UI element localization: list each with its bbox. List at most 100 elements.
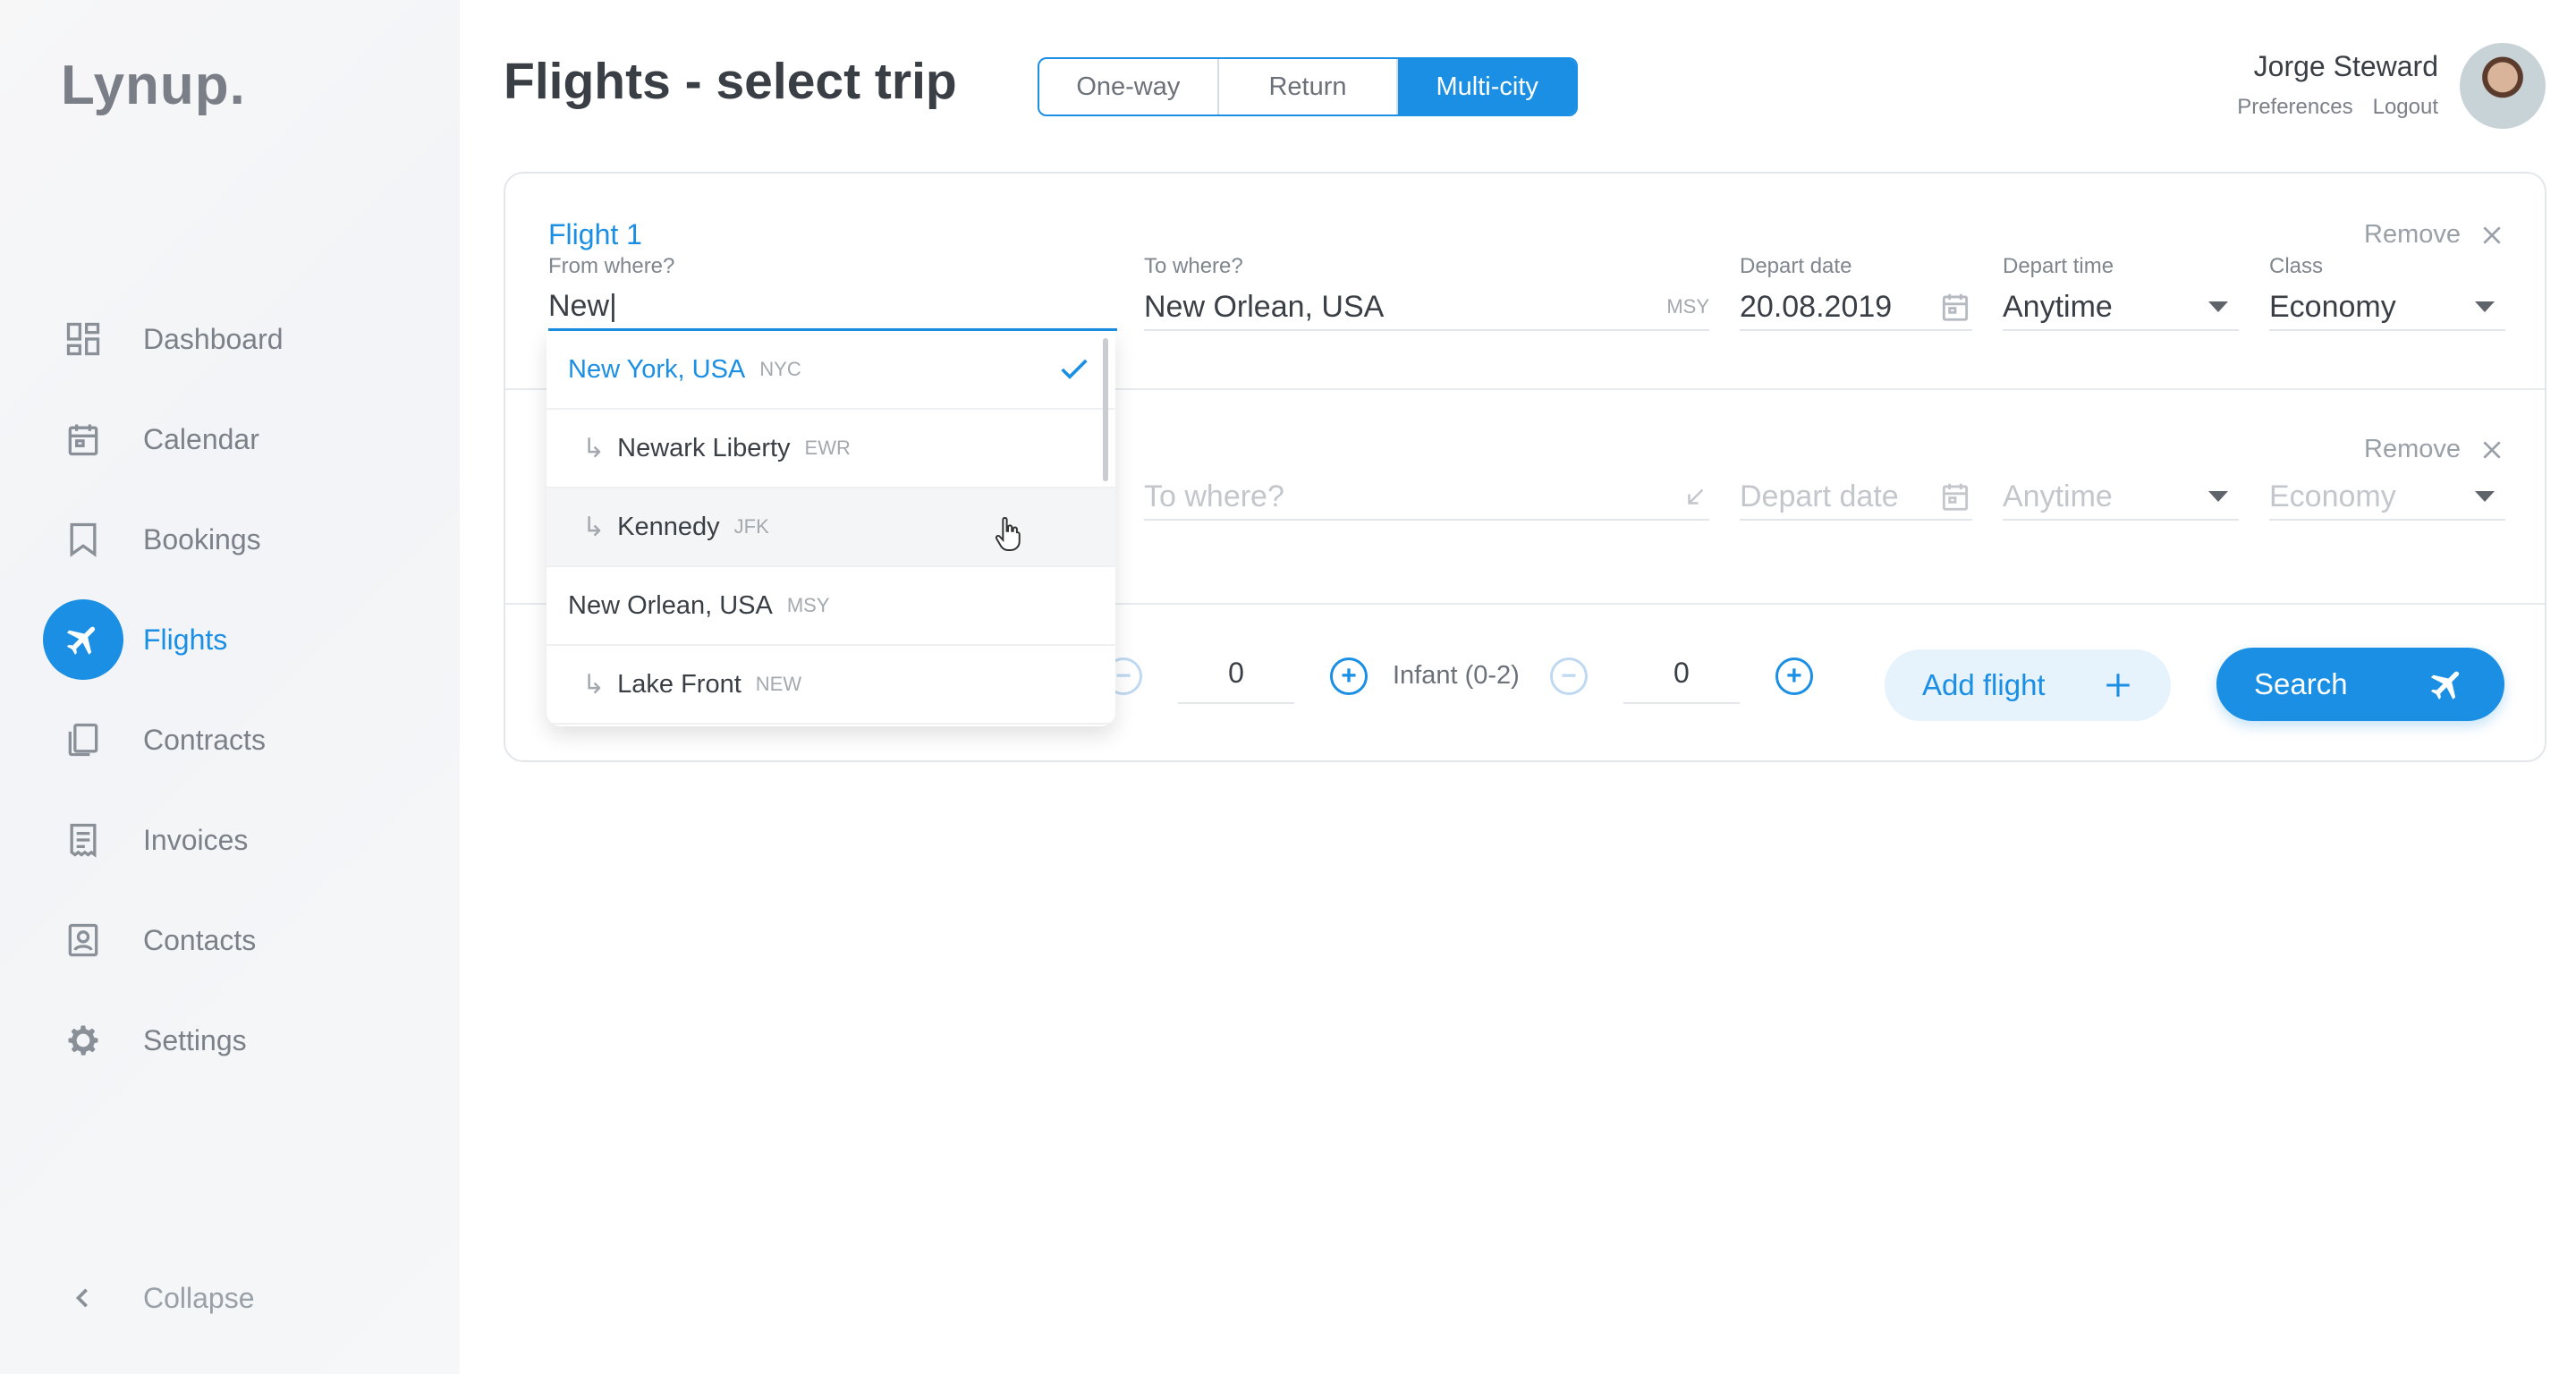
sub-arrow-icon: ↳ bbox=[582, 433, 606, 463]
dropdown-scrollbar[interactable] bbox=[1103, 338, 1108, 481]
page-title: Flights - select trip bbox=[504, 53, 957, 110]
calendar-icon bbox=[1942, 293, 1969, 321]
infant-count: 0 bbox=[1623, 648, 1740, 704]
search-label: Search bbox=[2254, 667, 2348, 700]
suggestion-name: New York, USA bbox=[568, 354, 746, 384]
to-placeholder: To where? bbox=[1144, 479, 1284, 513]
receipt-icon bbox=[43, 800, 123, 880]
flight-2-depart-time-field[interactable]: Anytime bbox=[2003, 469, 2239, 521]
calendar-icon bbox=[1942, 483, 1969, 511]
infant-decrement-button[interactable]: − bbox=[1549, 657, 1588, 695]
depart-date-placeholder: Depart date bbox=[1740, 479, 1899, 513]
suggestion-code: EWR bbox=[804, 437, 851, 459]
caret-down-icon bbox=[2208, 301, 2228, 312]
passenger-count: 0 bbox=[1178, 648, 1294, 704]
depart-time-select[interactable]: Anytime bbox=[2003, 284, 2239, 331]
flight-2-class-field[interactable]: Economy bbox=[2269, 469, 2505, 521]
airplane-icon bbox=[43, 599, 123, 680]
checkmark-icon bbox=[1061, 359, 1088, 379]
collapse-label: Collapse bbox=[143, 1281, 255, 1314]
from-label: From where? bbox=[548, 254, 675, 278]
sidebar-item-label: Dashboard bbox=[143, 322, 284, 355]
to-label: To where? bbox=[1144, 254, 1243, 278]
remove-flight-1-button[interactable]: Remove bbox=[2364, 220, 2504, 250]
from-input[interactable]: New| bbox=[548, 284, 1117, 331]
suggestion-name: Kennedy bbox=[617, 512, 720, 541]
sidebar-item-label: Contracts bbox=[143, 723, 266, 756]
collapse-button[interactable]: Collapse bbox=[43, 1258, 436, 1338]
plus-icon bbox=[2106, 674, 2130, 697]
class-field[interactable]: Class Economy bbox=[2269, 254, 2505, 331]
close-icon bbox=[2483, 225, 2501, 244]
sidebar-item-contacts[interactable]: Contacts bbox=[43, 900, 436, 980]
suggestion-kennedy[interactable]: ↳ Kennedy JFK bbox=[547, 488, 1115, 567]
trip-type-return[interactable]: Return bbox=[1219, 59, 1399, 114]
depart-time-label: Depart time bbox=[2003, 254, 2114, 278]
flight-2-depart-date-field[interactable]: Depart date bbox=[1740, 469, 1972, 521]
remove-flight-2-button[interactable]: Remove bbox=[2364, 435, 2504, 464]
infant-label: Infant (0-2) bbox=[1393, 661, 1520, 690]
to-code: MSY bbox=[1666, 295, 1709, 318]
calendar-icon bbox=[43, 399, 123, 479]
flight-2-to-field[interactable]: To where? bbox=[1144, 469, 1709, 521]
suggestion-newark-liberty[interactable]: ↳ Newark Liberty EWR bbox=[547, 410, 1115, 488]
flight-2-depart-date-input[interactable]: Depart date bbox=[1740, 474, 1972, 521]
sidebar-item-settings[interactable]: Settings bbox=[43, 1000, 436, 1081]
sidebar-item-bookings[interactable]: Bookings bbox=[43, 499, 436, 580]
flight-2-to-input[interactable]: To where? bbox=[1144, 474, 1709, 521]
suggestion-new-orlean[interactable]: New Orlean, USA MSY bbox=[547, 567, 1115, 646]
add-flight-button[interactable]: Add flight bbox=[1885, 649, 2171, 721]
depart-time-value: Anytime bbox=[2003, 479, 2113, 513]
sidebar-item-calendar[interactable]: Calendar bbox=[43, 399, 436, 479]
sidebar-item-label: Invoices bbox=[143, 823, 249, 856]
from-field[interactable]: From where? New| bbox=[548, 254, 1117, 331]
bookmark-icon bbox=[43, 499, 123, 580]
preferences-link[interactable]: Preferences bbox=[2237, 95, 2352, 120]
suggestion-new-york[interactable]: New York, USA NYC bbox=[547, 331, 1115, 410]
sidebar-item-label: Calendar bbox=[143, 422, 259, 455]
search-button[interactable]: Search bbox=[2216, 648, 2504, 721]
from-suggestions-dropdown: New York, USA NYC ↳ Newark Liberty EWR ↳… bbox=[547, 331, 1115, 726]
sidebar-item-invoices[interactable]: Invoices bbox=[43, 800, 436, 880]
trip-type-one-way[interactable]: One-way bbox=[1039, 59, 1219, 114]
caret-down-icon bbox=[2208, 491, 2228, 502]
class-value: Economy bbox=[2269, 479, 2396, 513]
contact-card-icon bbox=[43, 900, 123, 980]
to-input[interactable]: New Orlean, USA MSY bbox=[1144, 284, 1709, 331]
passenger-counter: − 0 + bbox=[1105, 648, 1368, 704]
suggestion-code: NYC bbox=[759, 358, 801, 380]
suggestion-code: NEW bbox=[755, 673, 802, 695]
depart-date-field[interactable]: Depart date 20.08.2019 bbox=[1740, 254, 1972, 331]
depart-date-input[interactable]: 20.08.2019 bbox=[1740, 284, 1972, 331]
sidebar-item-dashboard[interactable]: Dashboard bbox=[43, 299, 436, 379]
flight-2-class-select[interactable]: Economy bbox=[2269, 474, 2505, 521]
sidebar: Lynup. Dashboard Calendar Bookings Fligh… bbox=[0, 0, 460, 1374]
infant-increment-button[interactable]: + bbox=[1775, 657, 1813, 695]
flight-2-depart-time-select[interactable]: Anytime bbox=[2003, 474, 2239, 521]
remove-label: Remove bbox=[2364, 220, 2461, 249]
app-logo: Lynup. bbox=[61, 55, 246, 116]
trip-type-toggle: One-way Return Multi-city bbox=[1038, 57, 1578, 116]
depart-time-field[interactable]: Depart time Anytime bbox=[2003, 254, 2239, 331]
to-field[interactable]: To where? New Orlean, USA MSY bbox=[1144, 254, 1709, 331]
suggestion-name: Lake Front bbox=[617, 669, 741, 699]
avatar[interactable] bbox=[2460, 43, 2546, 129]
arrow-down-left-icon bbox=[1688, 488, 1704, 505]
close-icon bbox=[2483, 440, 2501, 459]
user-links: Preferences Logout bbox=[2237, 95, 2438, 120]
suggestion-lake-front[interactable]: ↳ Lake Front NEW bbox=[547, 646, 1115, 725]
add-flight-label: Add flight bbox=[1922, 668, 2046, 701]
depart-date-value: 20.08.2019 bbox=[1740, 289, 1893, 324]
logout-link[interactable]: Logout bbox=[2373, 95, 2438, 120]
remove-label: Remove bbox=[2364, 435, 2461, 463]
class-select[interactable]: Economy bbox=[2269, 284, 2505, 331]
increment-button[interactable]: + bbox=[1330, 657, 1368, 695]
dashboard-icon bbox=[43, 299, 123, 379]
to-value: New Orlean, USA bbox=[1144, 289, 1385, 324]
sub-arrow-icon: ↳ bbox=[582, 512, 606, 542]
sidebar-item-contracts[interactable]: Contracts bbox=[43, 700, 436, 780]
depart-date-label: Depart date bbox=[1740, 254, 1852, 278]
sidebar-item-flights[interactable]: Flights bbox=[43, 599, 436, 680]
class-label: Class bbox=[2269, 254, 2324, 278]
trip-type-multi-city[interactable]: Multi-city bbox=[1398, 59, 1576, 114]
